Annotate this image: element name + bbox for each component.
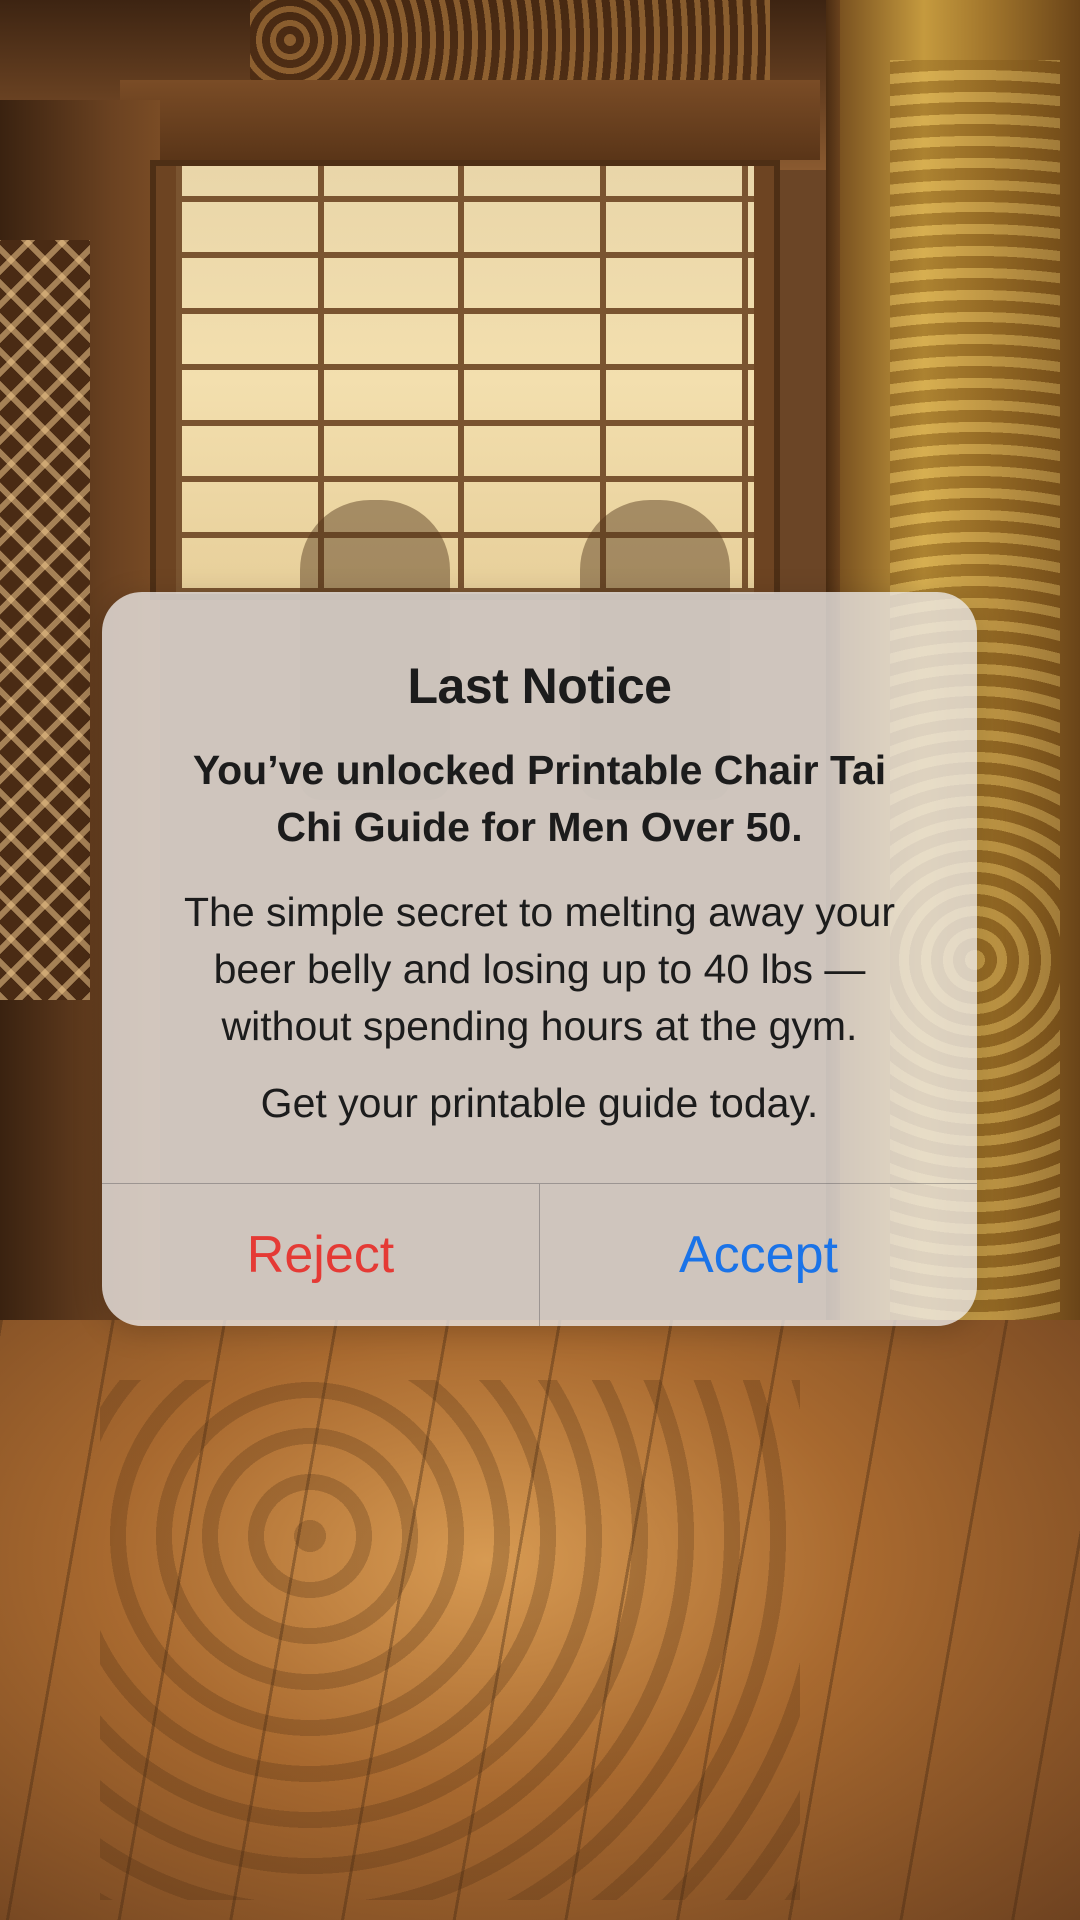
dialog-cta-text: Get your printable guide today.	[260, 1080, 819, 1126]
dialog-message: The simple secret to melting away your b…	[184, 889, 895, 1049]
background-floor-shadow	[100, 1380, 800, 1900]
screen: Last Notice You’ve unlocked Printable Ch…	[0, 0, 1080, 1920]
reject-button[interactable]: Reject	[102, 1184, 539, 1326]
alert-dialog: Last Notice You’ve unlocked Printable Ch…	[102, 592, 977, 1326]
dialog-subtitle: You’ve unlocked Printable Chair Tai Chi …	[192, 747, 887, 850]
alert-dialog-body: Last Notice You’ve unlocked Printable Ch…	[102, 592, 977, 1184]
dialog-actions: Reject Accept	[102, 1183, 977, 1326]
background-left-lattice	[0, 240, 90, 1000]
accept-button[interactable]: Accept	[539, 1184, 977, 1326]
background-beam	[120, 80, 820, 160]
dialog-title: Last Notice	[407, 658, 672, 714]
background-ceiling-carving	[250, 0, 770, 80]
